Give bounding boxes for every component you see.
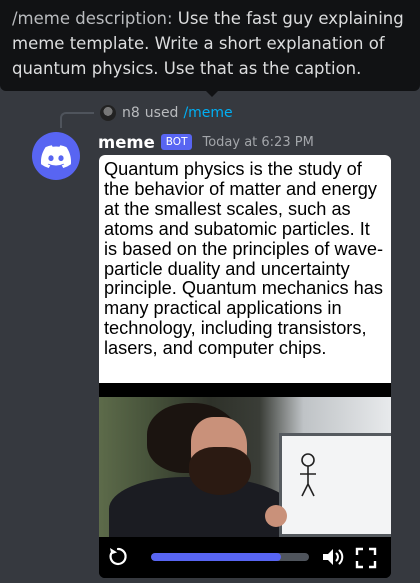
command-tooltip: /meme description: Use the fast guy expl… (0, 0, 420, 91)
reply-command[interactable]: /meme (183, 105, 232, 121)
discord-logo-icon (41, 144, 71, 168)
message-timestamp[interactable]: Today at 6:23 PM (202, 135, 313, 150)
bot-avatar[interactable] (32, 132, 80, 180)
hand-with-marker (265, 505, 287, 527)
bot-badge: BOT (160, 134, 193, 150)
reply-used-text: used (144, 105, 179, 121)
meme-caption: Quantum physics is the study of the beha… (99, 155, 391, 383)
fullscreen-icon[interactable] (355, 547, 377, 569)
tooltip-command: /meme description: (12, 9, 173, 28)
author-name[interactable]: meme (98, 133, 155, 152)
volume-icon[interactable] (320, 546, 346, 568)
progress-fill (151, 553, 281, 561)
video-frame[interactable] (99, 397, 391, 537)
message-header: meme BOT Today at 6:23 PM (98, 130, 314, 154)
meme-video[interactable]: Quantum physics is the study of the beha… (99, 155, 391, 578)
stick-figure-doodle (300, 453, 316, 497)
tooltip-arrow (205, 90, 219, 97)
reply-reference[interactable]: n8 used /meme (100, 102, 233, 124)
person-beard (189, 447, 251, 495)
reply-spine (60, 112, 94, 128)
reply-avatar[interactable] (100, 105, 116, 121)
progress-bar[interactable] (151, 553, 309, 561)
replay-icon[interactable] (107, 545, 129, 567)
whiteboard (279, 433, 391, 537)
video-controls (99, 537, 391, 578)
reply-username[interactable]: n8 (122, 105, 140, 121)
